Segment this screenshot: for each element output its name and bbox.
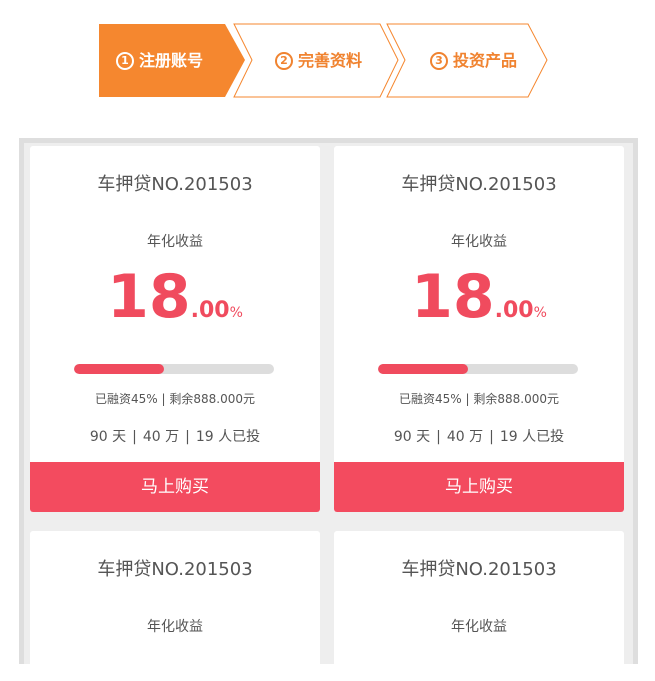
step-2-label: 完善资料 <box>298 51 363 70</box>
loan-stats: 90 天 | 40 万 | 19 人已投 <box>334 426 624 446</box>
rate-unit: % <box>229 305 243 321</box>
stats-separator: | <box>489 429 494 445</box>
product-card: 车押贷NO.201503 年化收益 18.00% 已融资45% | 剩余888.… <box>334 146 624 512</box>
stats-separator: | <box>185 429 190 445</box>
stats-separator: | <box>132 429 137 445</box>
funding-meta: 已融资45% | 剩余888.000元 <box>30 390 320 407</box>
product-title: 车押贷NO.201503 <box>97 559 253 580</box>
meta-separator: | <box>161 392 166 406</box>
loan-days: 90 <box>89 429 108 445</box>
step-3-number: 3 <box>430 52 448 70</box>
loan-days-unit: 天 <box>112 429 127 445</box>
investor-count: 19 <box>195 429 214 445</box>
product-title: 车押贷NO.201503 <box>401 174 557 195</box>
funding-progress-bar <box>74 364 274 374</box>
buy-now-button[interactable]: 马上购买 <box>334 462 624 512</box>
annual-rate: 18.00% <box>30 262 320 332</box>
loan-amount: 40 <box>446 429 465 445</box>
loan-days: 90 <box>393 429 412 445</box>
step-3[interactable]: 3 投资产品 <box>430 48 517 74</box>
remaining-text: 剩余888.000元 <box>169 392 255 406</box>
step-1-number: 1 <box>116 52 134 70</box>
product-title: 车押贷NO.201503 <box>97 174 253 195</box>
product-title: 车押贷NO.201503 <box>401 559 557 580</box>
funded-text: 已融资45% <box>94 392 158 406</box>
funding-progress-bar <box>378 364 578 374</box>
step-2-number: 2 <box>275 52 293 70</box>
loan-amount-unit: 万 <box>165 429 180 445</box>
meta-separator: | <box>465 392 470 406</box>
remaining-text: 剩余888.000元 <box>473 392 559 406</box>
loan-stats: 90 天 | 40 万 | 19 人已投 <box>30 426 320 446</box>
annual-rate: 18.00% <box>334 262 624 332</box>
signup-steps: 1 注册账号 2 完善资料 3 投资产品 <box>0 0 655 110</box>
step-3-label: 投资产品 <box>453 51 518 70</box>
rate-integer: 18 <box>107 262 191 332</box>
step-1-label: 注册账号 <box>139 51 204 70</box>
product-card: 车押贷NO.201503 年化收益 18.00% 已融资45% | 剩余888.… <box>30 146 320 512</box>
rate-label: 年化收益 <box>147 619 203 635</box>
investor-count-unit: 人已投 <box>218 429 261 445</box>
funding-meta: 已融资45% | 剩余888.000元 <box>334 390 624 407</box>
product-board: 车押贷NO.201503 年化收益 18.00% 已融资45% | 剩余888.… <box>19 138 638 664</box>
rate-integer: 18 <box>411 262 495 332</box>
rate-label: 年化收益 <box>451 234 507 250</box>
rate-decimal: .00 <box>190 298 230 323</box>
buy-now-button[interactable]: 马上购买 <box>30 462 320 512</box>
investor-count-unit: 人已投 <box>522 429 565 445</box>
step-2[interactable]: 2 完善资料 <box>275 48 362 74</box>
product-card: 车押贷NO.201503 年化收益 <box>334 531 624 664</box>
funding-progress-fill <box>378 364 468 374</box>
funded-text: 已融资45% <box>398 392 462 406</box>
step-1[interactable]: 1 注册账号 <box>116 48 203 74</box>
page: 1 注册账号 2 完善资料 3 投资产品 车押贷NO.201503 年化收益 1… <box>0 0 655 681</box>
rate-decimal: .00 <box>494 298 534 323</box>
rate-unit: % <box>533 305 547 321</box>
loan-amount-unit: 万 <box>469 429 484 445</box>
loan-days-unit: 天 <box>416 429 431 445</box>
rate-label: 年化收益 <box>147 234 203 250</box>
stats-separator: | <box>436 429 441 445</box>
product-card: 车押贷NO.201503 年化收益 <box>30 531 320 664</box>
investor-count: 19 <box>499 429 518 445</box>
rate-label: 年化收益 <box>451 619 507 635</box>
funding-progress-fill <box>74 364 164 374</box>
loan-amount: 40 <box>142 429 161 445</box>
